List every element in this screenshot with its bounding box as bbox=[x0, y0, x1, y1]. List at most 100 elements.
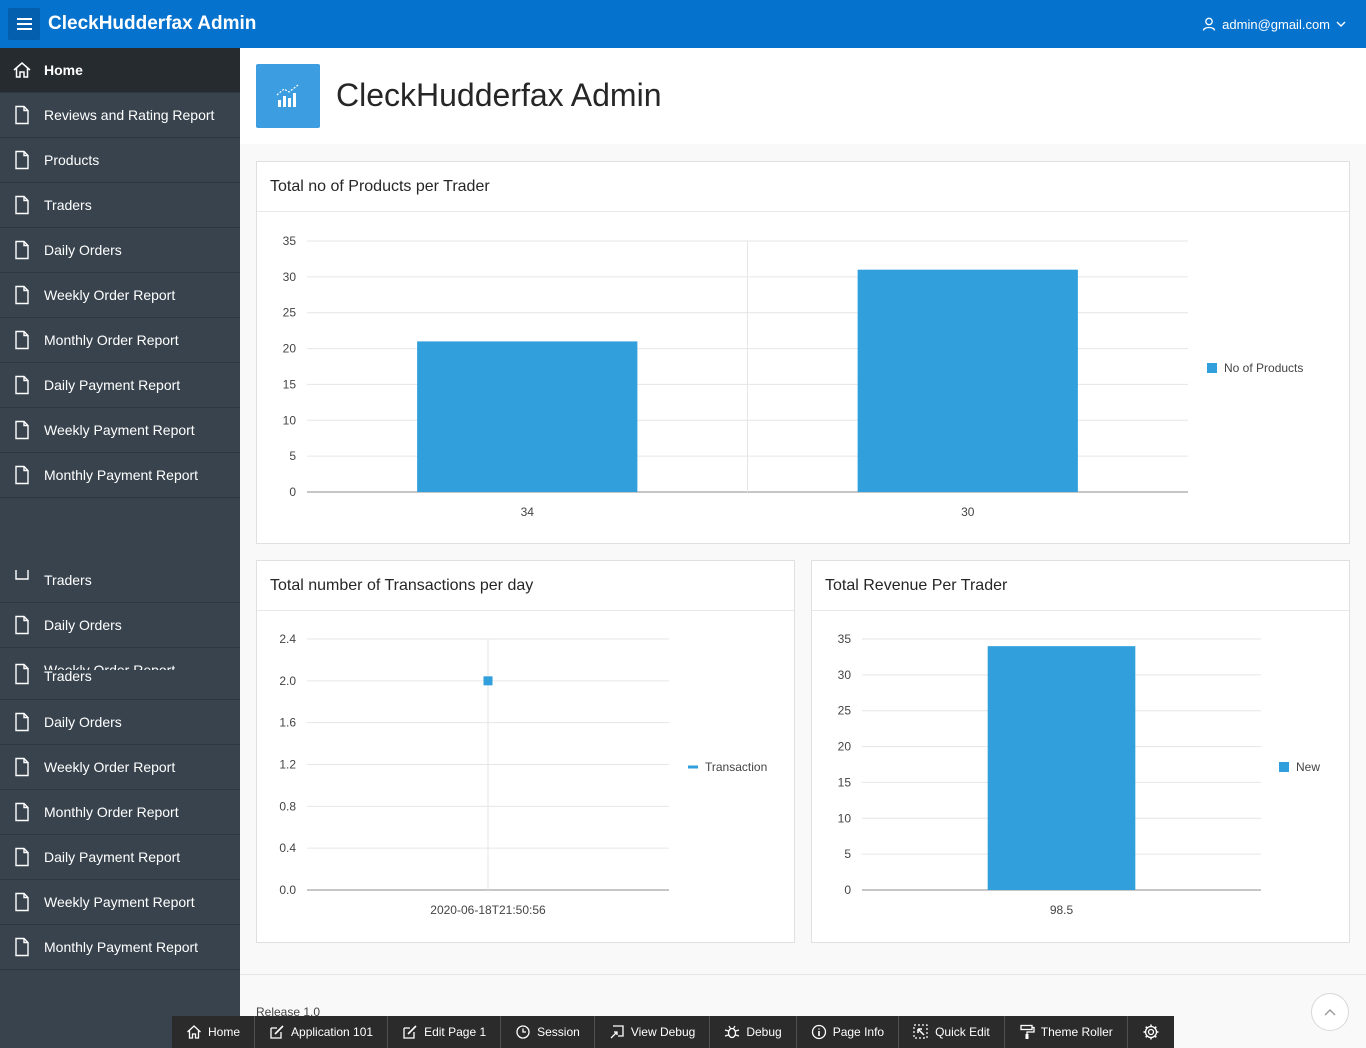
y-tick-label: 25 bbox=[838, 704, 852, 718]
y-tick-label: 0 bbox=[289, 485, 296, 499]
sidebar-item-overlapped[interactable]: Weekly Order Report Traders bbox=[0, 648, 240, 700]
document-icon bbox=[15, 712, 29, 732]
dev-application-button[interactable]: Application 101 bbox=[255, 1016, 389, 1048]
sidebar-item-label: Monthly Payment Report bbox=[44, 467, 199, 483]
sidebar-item-products[interactable]: Products bbox=[0, 138, 240, 183]
document-icon bbox=[15, 195, 29, 215]
document-icon bbox=[15, 285, 29, 305]
sidebar-item-label: Daily Orders bbox=[44, 242, 122, 258]
sidebar-item-label: Home bbox=[44, 62, 83, 78]
user-email: admin@gmail.com bbox=[1222, 16, 1330, 32]
legend-swatch bbox=[1207, 363, 1217, 373]
chevron-up-icon bbox=[1324, 1009, 1336, 1016]
menu-toggle-button[interactable] bbox=[8, 8, 40, 40]
y-tick-label: 35 bbox=[838, 632, 852, 646]
sidebar-item-weekly-order-report[interactable]: Weekly Order Report bbox=[0, 273, 240, 318]
sidebar-item-weekly-payment-report[interactable]: Weekly Payment Report bbox=[0, 408, 240, 453]
sidebar-item-traders[interactable]: Traders bbox=[0, 183, 240, 228]
sidebar-item-label: Monthly Order Report bbox=[44, 804, 179, 820]
user-icon bbox=[1203, 17, 1216, 31]
sidebar-item-label: Daily Payment Report bbox=[44, 377, 181, 393]
y-tick-label: 1.6 bbox=[279, 716, 296, 730]
quick-edit-icon bbox=[913, 1024, 928, 1039]
sidebar-item-label: Traders bbox=[44, 668, 92, 684]
y-tick-label: 10 bbox=[838, 811, 852, 825]
info-icon bbox=[811, 1024, 826, 1040]
y-tick-label: 35 bbox=[283, 234, 297, 248]
sidebar-item-label: Products bbox=[44, 152, 100, 168]
sidebar-item-monthly-payment-report[interactable]: Monthly Payment Report bbox=[0, 453, 240, 498]
page-title: CleckHudderfax Admin bbox=[336, 77, 662, 113]
sidebar-item-daily-orders-duplicate[interactable]: Daily Orders bbox=[0, 603, 240, 648]
main-content: CleckHudderfax Admin Total no of Product… bbox=[240, 48, 1366, 1048]
sidebar-item-label: Monthly Order Report bbox=[44, 332, 179, 348]
sidebar-item-weekly-payment-report-2[interactable]: Weekly Payment Report bbox=[0, 880, 240, 925]
legend-label: Transaction bbox=[705, 760, 767, 774]
sidebar-item-label: Daily Orders bbox=[44, 714, 122, 730]
document-icon bbox=[15, 375, 29, 395]
dev-button-label: Session bbox=[537, 1025, 580, 1039]
y-tick-label: 5 bbox=[289, 449, 296, 463]
document-icon bbox=[15, 420, 29, 440]
sidebar-item-daily-payment-report[interactable]: Daily Payment Report bbox=[0, 363, 240, 408]
y-tick-label: 0.4 bbox=[279, 841, 296, 855]
dev-quick-edit-button[interactable]: Quick Edit bbox=[899, 1016, 1005, 1048]
x-tick-label: 30 bbox=[961, 505, 975, 519]
app-title[interactable]: CleckHudderfax Admin bbox=[48, 13, 256, 35]
x-tick-label: 34 bbox=[521, 505, 535, 519]
dev-view-debug-button[interactable]: View Debug bbox=[595, 1016, 711, 1048]
hamburger-icon bbox=[16, 18, 32, 20]
dev-theme-roller-button[interactable]: Theme Roller bbox=[1005, 1016, 1128, 1048]
sidebar-item-label: Daily Orders bbox=[44, 617, 122, 633]
sidebar-item-daily-orders-2[interactable]: Daily Orders bbox=[0, 700, 240, 745]
document-icon bbox=[15, 802, 29, 822]
y-tick-label: 20 bbox=[283, 342, 297, 356]
dev-page-info-button[interactable]: Page Info bbox=[797, 1016, 900, 1048]
dev-button-label: Quick Edit bbox=[935, 1025, 990, 1039]
sidebar-item-weekly-order-report-2[interactable]: Weekly Order Report bbox=[0, 745, 240, 790]
sidebar-navigation: Home Reviews and Rating Report Products … bbox=[0, 48, 240, 1048]
x-tick-label: 2020-06-18T21:50:56 bbox=[430, 903, 546, 917]
sidebar-item-label: Traders bbox=[44, 572, 92, 588]
sidebar-item-label: Reviews and Rating Report bbox=[44, 107, 215, 123]
sidebar-item-monthly-order-report-2[interactable]: Monthly Order Report bbox=[0, 790, 240, 835]
dev-home-button[interactable]: Home bbox=[172, 1016, 256, 1048]
sidebar-item-daily-orders[interactable]: Daily Orders bbox=[0, 228, 240, 273]
top-navigation-bar: CleckHudderfax Admin admin@gmail.com bbox=[0, 0, 1366, 48]
page-hero: CleckHudderfax Admin bbox=[240, 48, 1366, 144]
clock-icon bbox=[516, 1025, 530, 1039]
sidebar-item-monthly-payment-report-2[interactable]: Monthly Payment Report bbox=[0, 925, 240, 970]
legend-swatch bbox=[688, 765, 698, 769]
sidebar-item-monthly-order-report[interactable]: Monthly Order Report bbox=[0, 318, 240, 363]
document-icon bbox=[15, 757, 29, 777]
scroll-to-top-button[interactable] bbox=[1311, 993, 1349, 1031]
dev-button-label: Edit Page 1 bbox=[424, 1025, 487, 1039]
dev-edit-page-button[interactable]: Edit Page 1 bbox=[388, 1016, 502, 1048]
sidebar-item-daily-payment-report-2[interactable]: Daily Payment Report bbox=[0, 835, 240, 880]
dev-button-label: Debug bbox=[746, 1025, 782, 1039]
footer-divider bbox=[240, 974, 1366, 975]
dev-session-button[interactable]: Session bbox=[501, 1016, 595, 1048]
legend-label: New bbox=[1296, 760, 1320, 774]
bar bbox=[857, 269, 1078, 492]
home-icon bbox=[13, 62, 31, 78]
sidebar-item-reviews-rating-report[interactable]: Reviews and Rating Report bbox=[0, 93, 240, 138]
sidebar-item-label: Weekly Order Report bbox=[44, 759, 176, 775]
dev-settings-button[interactable] bbox=[1128, 1016, 1174, 1048]
y-tick-label: 30 bbox=[838, 668, 852, 682]
sidebar-item-traders-duplicate[interactable]: Traders bbox=[0, 558, 240, 603]
document-icon bbox=[15, 847, 29, 867]
y-tick-label: 2.0 bbox=[279, 674, 296, 688]
y-tick-label: 5 bbox=[844, 847, 851, 861]
document-icon bbox=[15, 937, 29, 957]
sidebar-item-home[interactable]: Home bbox=[0, 48, 240, 93]
chart-icon bbox=[256, 64, 320, 128]
dev-button-label: Page Info bbox=[832, 1025, 885, 1039]
dev-debug-button[interactable]: Debug bbox=[710, 1016, 797, 1048]
hamburger-icon-line bbox=[16, 23, 32, 25]
revenue-per-trader-card: Total Revenue Per Trader 0 5 10 15 20 25 30 35 9… bbox=[811, 560, 1350, 943]
user-menu[interactable]: admin@gmail.com bbox=[1202, 0, 1346, 48]
products-per-trader-card: Total no of Products per Trader 0 5 10 15 20… bbox=[256, 161, 1350, 544]
chevron-down-icon bbox=[1336, 21, 1346, 27]
legend-swatch bbox=[1279, 762, 1289, 772]
